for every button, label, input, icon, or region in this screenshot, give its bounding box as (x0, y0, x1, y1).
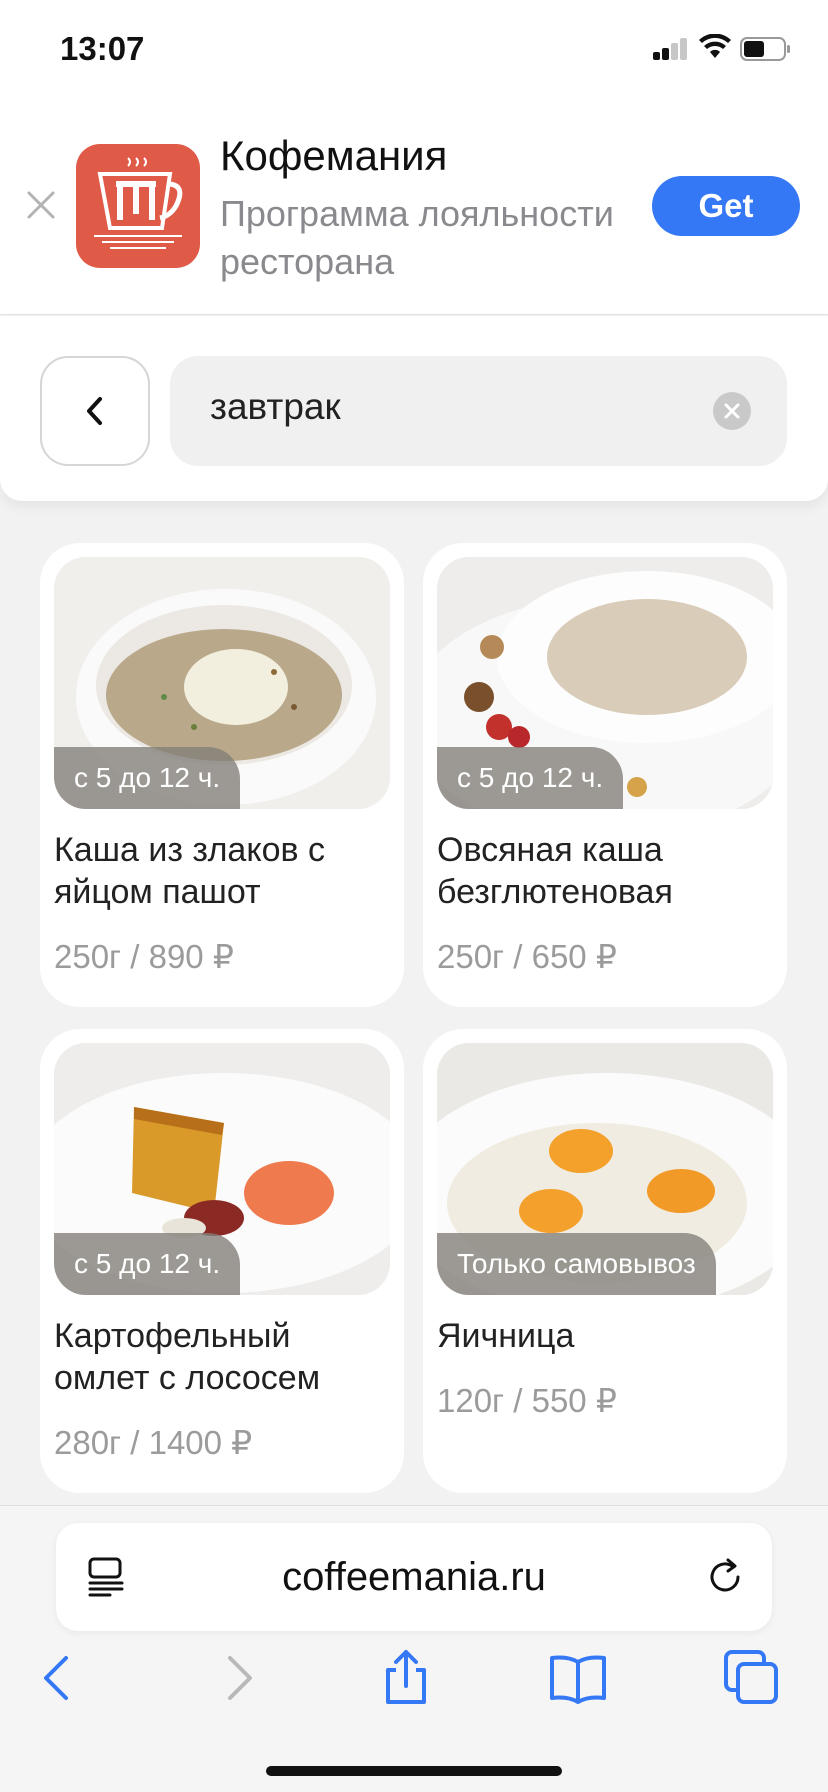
product-price: 250г / 890 ₽ (54, 938, 234, 975)
browser-toolbar: coffeemania.ru (0, 1505, 828, 1792)
get-button[interactable]: Get (652, 176, 800, 236)
product-card[interactable]: с 5 до 12 ч. Каша из злаков с яйцом пашо… (40, 543, 404, 1007)
product-card[interactable]: с 5 до 12 ч. Картофельный омлет с лососе… (40, 1029, 404, 1493)
share-icon[interactable] (376, 1648, 436, 1708)
search-header: завтрак (0, 316, 828, 501)
close-icon[interactable] (26, 190, 56, 220)
clear-icon (724, 403, 740, 419)
app-subtitle: Программа лояльности ресторана (220, 193, 614, 282)
product-price: 120г / 550 ₽ (437, 1382, 617, 1419)
availability-badge: с 5 до 12 ч. (437, 747, 624, 809)
product-card[interactable]: с 5 до 12 ч. Овсяная каша безглютеновая … (423, 543, 787, 1007)
smart-app-banner: Кофемания Программа лояльности ресторана… (0, 100, 828, 315)
search-query: завтрак (210, 386, 341, 427)
product-image: с 5 до 12 ч. (54, 557, 390, 809)
bookmarks-icon[interactable] (548, 1648, 608, 1708)
cup-logo-icon (94, 157, 183, 249)
product-price: 250г / 650 ₽ (437, 938, 617, 975)
status-bar: 13:07 (0, 0, 828, 100)
availability-badge: с 5 до 12 ч. (54, 1233, 241, 1295)
battery-icon (740, 37, 790, 61)
product-image: с 5 до 12 ч. (54, 1043, 390, 1295)
product-title: Каша из злаков с яйцом пашот (54, 831, 326, 911)
product-title: Овсяная каша безглютеновая (437, 831, 673, 911)
app-name: Кофемания (220, 132, 448, 179)
product-title: Яичница (437, 1317, 575, 1355)
product-image: Только самовывоз (437, 1043, 773, 1295)
product-grid: с 5 до 12 ч. Каша из злаков с яйцом пашо… (0, 470, 828, 1505)
back-arrow-icon[interactable] (30, 1648, 90, 1708)
product-image: с 5 до 12 ч. (437, 557, 773, 809)
cellular-signal-icon (653, 38, 689, 60)
search-input[interactable]: завтрак (170, 356, 787, 466)
home-indicator (266, 1766, 562, 1776)
address-bar[interactable]: coffeemania.ru (56, 1523, 772, 1631)
availability-badge: с 5 до 12 ч. (54, 747, 241, 809)
clear-search-button[interactable] (713, 392, 751, 430)
wifi-icon (699, 34, 731, 58)
back-button[interactable] (40, 356, 150, 466)
url-text: coffeemania.ru (282, 1555, 546, 1599)
availability-badge: Только самовывоз (437, 1233, 716, 1295)
tabs-icon[interactable] (722, 1648, 782, 1708)
forward-arrow-icon[interactable] (206, 1648, 266, 1708)
product-price: 280г / 1400 ₽ (54, 1424, 253, 1461)
app-icon[interactable] (76, 144, 200, 268)
product-title: Картофельный омлет с лососем (54, 1317, 321, 1397)
status-time: 13:07 (60, 30, 145, 67)
chevron-left-icon (87, 397, 102, 425)
product-card[interactable]: Только самовывоз Яичница 120г / 550 ₽ (423, 1029, 787, 1493)
reload-icon[interactable] (704, 1555, 748, 1599)
